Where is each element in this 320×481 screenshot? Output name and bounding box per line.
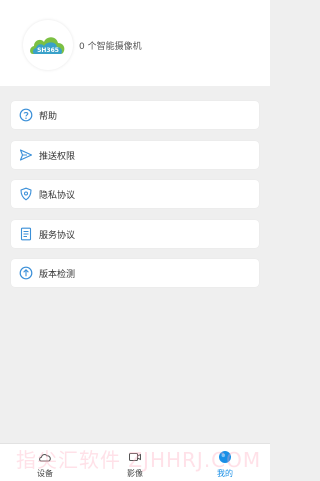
tab-label-media: 影像 [127, 469, 143, 478]
menu-label-push-permission: 推送权限 [39, 152, 76, 162]
menu-item-service-agreement[interactable]: 服务协议 [11, 220, 259, 248]
video-icon [129, 453, 141, 461]
menu-label-privacy: 隐私协议 [39, 191, 76, 201]
sh365-logo: SH365 [30, 37, 65, 54]
avatar[interactable]: SH365 [23, 20, 73, 70]
shield-icon [20, 187, 32, 201]
profile-icon [219, 451, 231, 463]
document-icon [20, 227, 32, 241]
tab-mine[interactable]: 我的 [180, 444, 270, 481]
tab-label-devices: 设备 [37, 469, 53, 478]
tab-label-mine: 我的 [217, 469, 233, 478]
send-icon [19, 149, 33, 161]
bottom-tab-bar: 设备 影像 我的 [0, 443, 270, 481]
menu-label-version-check: 版本检测 [39, 270, 76, 280]
help-circle-icon [19, 108, 33, 122]
tab-devices[interactable]: 设备 [0, 444, 90, 481]
tab-media[interactable]: 影像 [90, 444, 180, 481]
profile-header: SH365 0 个智能摄像机 [0, 0, 270, 86]
menu-item-help[interactable]: 帮助 [11, 101, 259, 129]
menu-item-push-permission[interactable]: 推送权限 [11, 141, 259, 169]
upgrade-icon [19, 266, 33, 280]
menu-item-version-check[interactable]: 版本检测 [11, 259, 259, 287]
cloud-device-icon [39, 454, 51, 462]
menu-item-privacy[interactable]: 隐私协议 [11, 180, 259, 208]
menu-label-service-agreement: 服务协议 [39, 231, 76, 241]
camera-count-text: 0 个智能摄像机 [79, 42, 142, 52]
logo-text: SH365 [37, 47, 59, 54]
menu-label-help: 帮助 [39, 112, 58, 122]
